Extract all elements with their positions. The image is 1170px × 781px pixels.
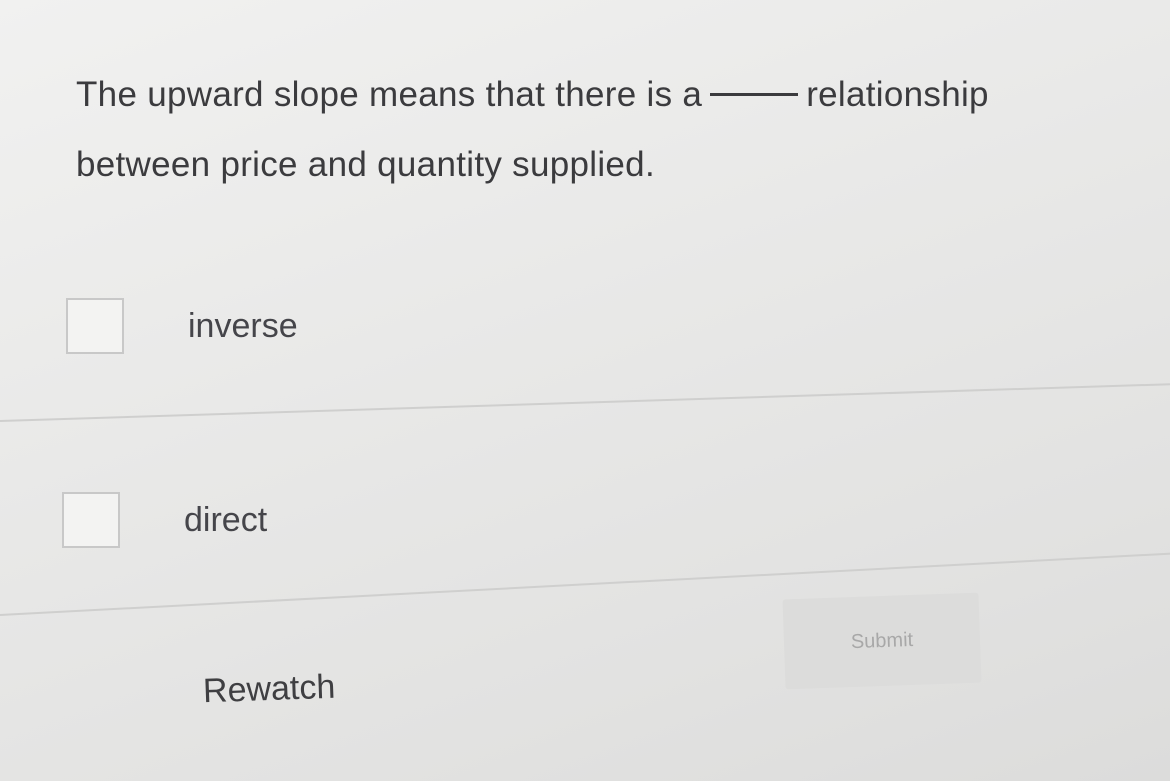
- option-direct[interactable]: direct: [62, 492, 267, 548]
- option-inverse[interactable]: inverse: [66, 298, 298, 354]
- question-text-before: The upward slope means that there is a: [76, 75, 703, 114]
- answer-blank: [710, 93, 799, 96]
- submit-button[interactable]: Submit: [782, 592, 982, 690]
- rewatch-button[interactable]: Rewatch: [202, 668, 336, 712]
- option-divider: [0, 552, 1170, 616]
- checkbox-direct[interactable]: [62, 492, 120, 548]
- question-text: The upward slope means that there is a re…: [76, 60, 1116, 200]
- option-label-inverse: inverse: [188, 306, 298, 345]
- checkbox-inverse[interactable]: [66, 298, 124, 354]
- option-label-direct: direct: [184, 500, 268, 539]
- option-divider: [0, 383, 1170, 422]
